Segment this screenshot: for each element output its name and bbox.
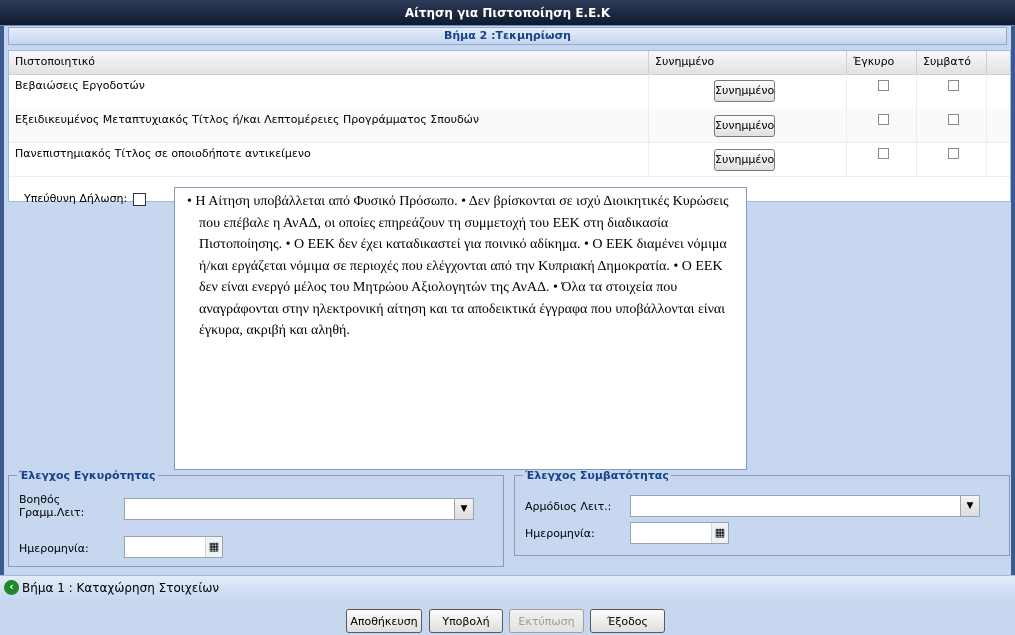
certificate-name: Βεβαιώσεις Εργοδοτών: [9, 74, 649, 108]
certificate-name: Εξειδικευμένος Μεταπτυχιακός Τίτλος ή/κα…: [9, 108, 649, 142]
attachment-button[interactable]: Συνημμένο: [714, 115, 775, 137]
column-header-compatible[interactable]: Συμβατό: [917, 51, 987, 74]
compatibility-date-label: Ημερομηνία:: [525, 527, 595, 540]
chevron-down-icon[interactable]: ▼: [960, 496, 979, 516]
print-button[interactable]: Εκτύπωση: [509, 609, 584, 633]
validity-date-label: Ημερομηνία:: [19, 542, 89, 555]
responsible-officer-label: Αρμόδιος Λειτ.:: [525, 500, 612, 513]
column-header-certificate[interactable]: Πιστοποιητικό: [9, 51, 649, 74]
validity-check-fieldset: Έλεγχος Εγκυρότητας Βοηθός Γραμμ.Λειτ: ▼…: [8, 469, 504, 567]
save-button[interactable]: Αποθήκευση: [346, 609, 422, 633]
valid-checkbox[interactable]: [878, 114, 889, 125]
attachment-button[interactable]: Συνημμένο: [714, 80, 775, 102]
window-title: Αίτηση για Πιστοποίηση Ε.Ε.Κ: [0, 0, 1015, 26]
assistant-officer-combo[interactable]: ▼: [124, 498, 474, 520]
column-header-attachment[interactable]: Συνημμένο: [649, 51, 847, 74]
chevron-down-icon[interactable]: ▼: [454, 499, 473, 519]
grid-header: Πιστοποιητικό Συνημμένο Έγκυρο Συμβατό: [9, 51, 1010, 75]
submit-button[interactable]: Υποβολή: [429, 609, 503, 633]
valid-checkbox[interactable]: [878, 80, 889, 91]
step-navigation-bar: ‹ Βήμα 1 : Καταχώρηση Στοιχείων: [0, 575, 1015, 601]
back-to-step-1-link[interactable]: ‹ Βήμα 1 : Καταχώρηση Στοιχείων: [4, 580, 219, 596]
declaration-text[interactable]: • Η Αίτηση υποβάλλεται από Φυσικό Πρόσωπ…: [174, 187, 747, 470]
step-header: Βήμα 2 :Τεκμηρίωση: [8, 27, 1007, 45]
table-row: Πανεπιστημιακός Τίτλος σε οποιοδήποτε αν…: [9, 142, 1010, 177]
footer-toolbar: Αποθήκευση Υποβολή Εκτύπωση Έξοδος: [0, 601, 1015, 635]
validity-check-legend: Έλεγχος Εγκυρότητας: [19, 469, 156, 482]
calendar-icon[interactable]: ▦: [205, 537, 222, 557]
assistant-officer-label-line1: Βοηθός: [19, 493, 61, 506]
compatible-checkbox[interactable]: [948, 148, 959, 159]
table-row: Βεβαιώσεις Εργοδοτών Συνημμένο: [9, 74, 1010, 109]
table-row: Εξειδικευμένος Μεταπτυχιακός Τίτλος ή/κα…: [9, 108, 1010, 143]
compatibility-date-field[interactable]: ▦: [630, 522, 729, 544]
arrow-left-icon[interactable]: ‹: [4, 580, 19, 595]
compatible-checkbox[interactable]: [948, 80, 959, 91]
exit-button[interactable]: Έξοδος: [590, 609, 665, 633]
main-panel: Βήμα 2 :Τεκμηρίωση Πιστοποιητικό Συνημμέ…: [0, 26, 1015, 575]
declaration-paragraph: • Η Αίτηση υποβάλλεται από Φυσικό Πρόσωπ…: [187, 194, 729, 338]
compatible-checkbox[interactable]: [948, 114, 959, 125]
declaration-label: Υπεύθυνη Δήλωση:: [24, 192, 128, 205]
calendar-icon[interactable]: ▦: [711, 523, 728, 543]
responsible-officer-combo[interactable]: ▼: [630, 495, 980, 517]
valid-checkbox[interactable]: [878, 148, 889, 159]
certificate-name: Πανεπιστημιακός Τίτλος σε οποιοδήποτε αν…: [9, 142, 649, 176]
compatibility-check-fieldset: Έλεγχος Συμβατότητας Αρμόδιος Λειτ.: ▼ Η…: [514, 469, 1010, 556]
validity-date-field[interactable]: ▦: [124, 536, 223, 558]
declaration-checkbox[interactable]: [133, 193, 146, 206]
attachment-button[interactable]: Συνημμένο: [714, 149, 775, 171]
back-link-label: Βήμα 1 : Καταχώρηση Στοιχείων: [22, 581, 220, 595]
certificates-grid: Πιστοποιητικό Συνημμένο Έγκυρο Συμβατό Β…: [8, 50, 1011, 202]
compatibility-check-legend: Έλεγχος Συμβατότητας: [525, 469, 669, 482]
assistant-officer-label-line2: Γραμμ.Λειτ:: [19, 506, 85, 519]
column-header-valid[interactable]: Έγκυρο: [847, 51, 917, 74]
